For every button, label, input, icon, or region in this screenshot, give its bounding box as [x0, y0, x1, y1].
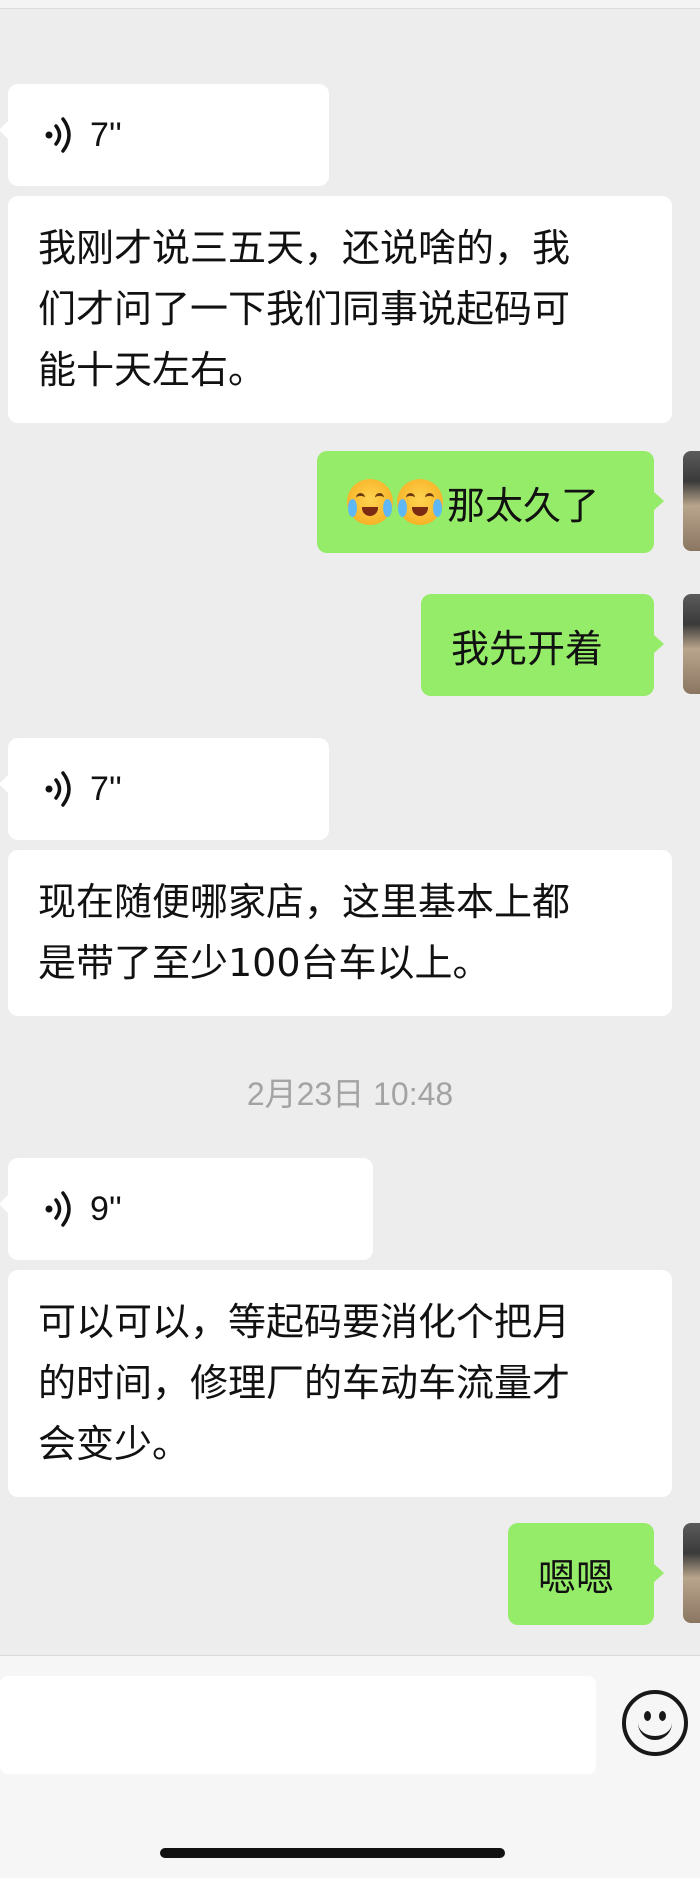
avatar[interactable]	[683, 451, 700, 551]
text-message[interactable]: 我刚才说三五天，还说啥的，我 们才问了一下我们同事说起码可 能十天左右。	[8, 196, 672, 423]
voice-wave-icon	[45, 1191, 71, 1227]
message-text: 嗯嗯	[538, 1555, 615, 1600]
voice-message[interactable]: 7''	[0, 84, 329, 186]
message-line: 会变少。	[38, 1422, 191, 1466]
bubble-tail	[0, 774, 9, 794]
avatar[interactable]	[683, 594, 700, 694]
facepalm-crying-emoji	[397, 479, 443, 525]
message-line: 们才问了一下我们同事说起码可	[38, 287, 571, 331]
message-line: 我刚才说三五天，还说啥的，我	[38, 226, 571, 270]
sent-message[interactable]: 那太久了	[317, 451, 664, 553]
message-input[interactable]	[0, 1676, 596, 1774]
input-bar	[0, 1655, 700, 1878]
bubble-tail	[0, 120, 9, 140]
bubble-tail	[0, 1194, 9, 1214]
voice-message[interactable]: 7''	[0, 738, 329, 840]
message-line: 的时间，修理厂的车动车流量才	[38, 1361, 571, 1405]
voice-duration: 9''	[90, 1189, 122, 1228]
bubble-tail	[653, 1563, 664, 1583]
message-line: 能十天左右。	[38, 348, 267, 392]
bubble-tail	[653, 491, 664, 511]
voice-duration: 7''	[90, 769, 122, 808]
facepalm-crying-emoji	[347, 479, 393, 525]
sent-message[interactable]: 我先开着	[421, 594, 664, 696]
voice-player[interactable]: 7''	[8, 738, 329, 840]
bubble-tail	[653, 634, 664, 654]
voice-wave-icon	[45, 771, 71, 807]
emoji-face-icon[interactable]	[622, 1690, 688, 1756]
chat-timestamp: 2月23日 10:48	[246, 1076, 454, 1112]
text-message[interactable]: 现在随便哪家店，这里基本上都 是带了至少100台车以上。	[8, 850, 672, 1016]
voice-wave-icon	[45, 117, 71, 153]
message-text: 那太久了	[447, 483, 600, 528]
voice-message[interactable]: 9''	[0, 1158, 373, 1260]
message-line: 现在随便哪家店，这里基本上都	[38, 880, 571, 924]
message-line: 是带了至少100台车以上。	[38, 941, 491, 985]
voice-duration: 7''	[90, 115, 122, 154]
sent-message[interactable]: 嗯嗯	[508, 1523, 664, 1625]
voice-player[interactable]: 7''	[8, 84, 329, 186]
avatar[interactable]	[683, 1523, 700, 1623]
top-divider	[0, 0, 700, 9]
text-message[interactable]: 可以可以，等起码要消化个把月 的时间，修理厂的车动车流量才 会变少。	[8, 1270, 672, 1497]
voice-player[interactable]: 9''	[8, 1158, 373, 1260]
message-line: 可以可以，等起码要消化个把月	[38, 1300, 571, 1344]
home-indicator[interactable]	[160, 1848, 505, 1858]
message-text: 我先开着	[451, 626, 604, 671]
